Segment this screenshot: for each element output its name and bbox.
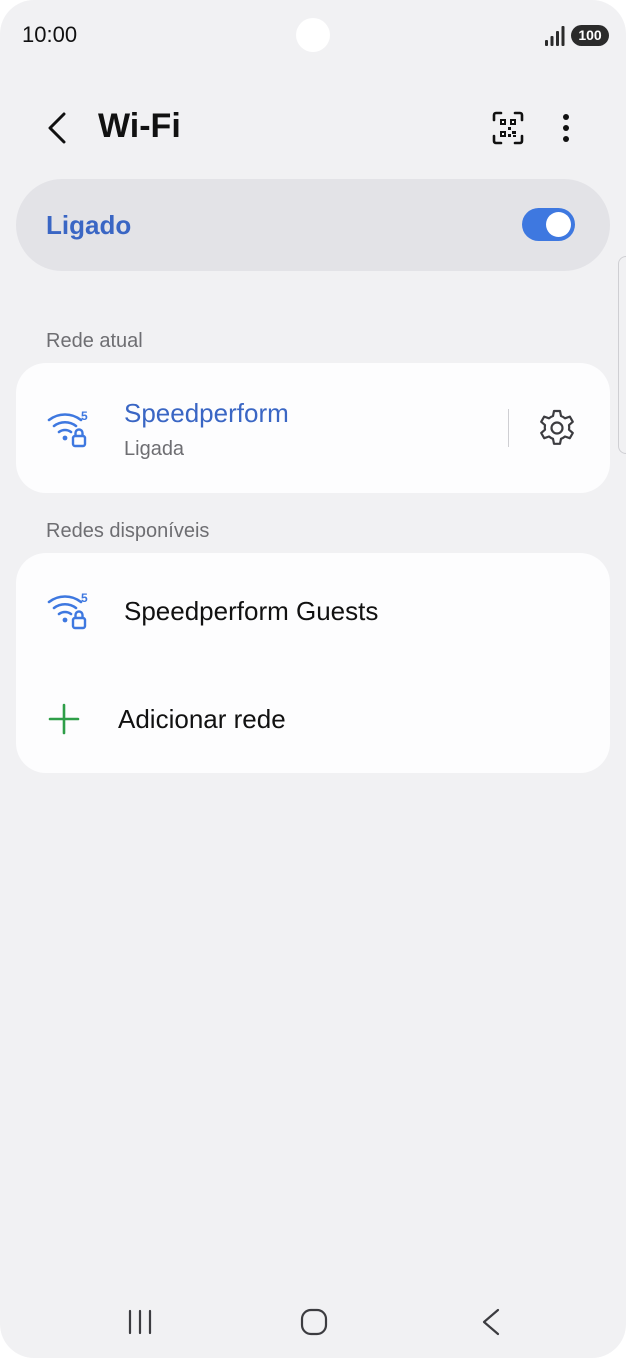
master-toggle-label: Ligado — [46, 210, 132, 240]
signal-icon — [545, 26, 565, 46]
page-title: Wi-Fi — [98, 107, 181, 145]
back-arrow-icon[interactable] — [36, 106, 80, 150]
section-label-available: Redes disponíveis — [46, 520, 210, 542]
current-network-card: 5 Speedperform Ligada — [16, 363, 610, 493]
back-icon[interactable] — [474, 1304, 508, 1340]
current-network-row[interactable]: 5 Speedperform Ligada — [16, 363, 496, 493]
plus-icon — [48, 703, 80, 735]
card-divider — [508, 409, 509, 447]
current-network-status: Ligada — [124, 438, 185, 460]
wifi-switch[interactable] — [522, 208, 575, 241]
battery-icon: 100 — [571, 25, 609, 46]
band-label: 5 — [81, 409, 88, 423]
wifi-master-toggle[interactable]: Ligado — [16, 179, 610, 271]
current-network-name: Speedperform — [124, 398, 289, 428]
front-camera — [296, 18, 330, 52]
add-network-label: Adicionar rede — [118, 704, 286, 734]
available-network-name: Speedperform Guests — [124, 596, 379, 626]
wifi-secured-5ghz-icon: 5 — [47, 409, 88, 448]
status-time: 10:00 — [22, 22, 78, 47]
navigation-bar — [0, 1290, 626, 1354]
add-network-button[interactable]: Adicionar rede — [16, 665, 610, 773]
status-bar: 10:00 100 — [0, 0, 626, 72]
switch-knob — [546, 212, 571, 237]
section-label-current: Rede atual — [46, 330, 143, 352]
more-vertical-icon[interactable] — [546, 106, 586, 150]
gear-icon[interactable] — [536, 407, 578, 449]
list-item[interactable]: 5 Speedperform Guests — [16, 553, 610, 665]
wifi-secured-5ghz-icon: 5 — [47, 591, 88, 630]
recents-icon[interactable] — [122, 1306, 158, 1338]
app-header: Wi-Fi — [0, 90, 626, 164]
available-networks-card: 5 Speedperform Guests Adicionar rede — [16, 553, 610, 773]
scroll-handle[interactable] — [618, 256, 626, 454]
band-label: 5 — [81, 591, 88, 605]
wifi-settings-screen: 10:00 100 Wi-Fi Ligado Rede atual 5 Spee… — [0, 0, 626, 1358]
qr-code-scan-icon[interactable] — [486, 106, 530, 150]
home-icon[interactable] — [296, 1304, 332, 1340]
